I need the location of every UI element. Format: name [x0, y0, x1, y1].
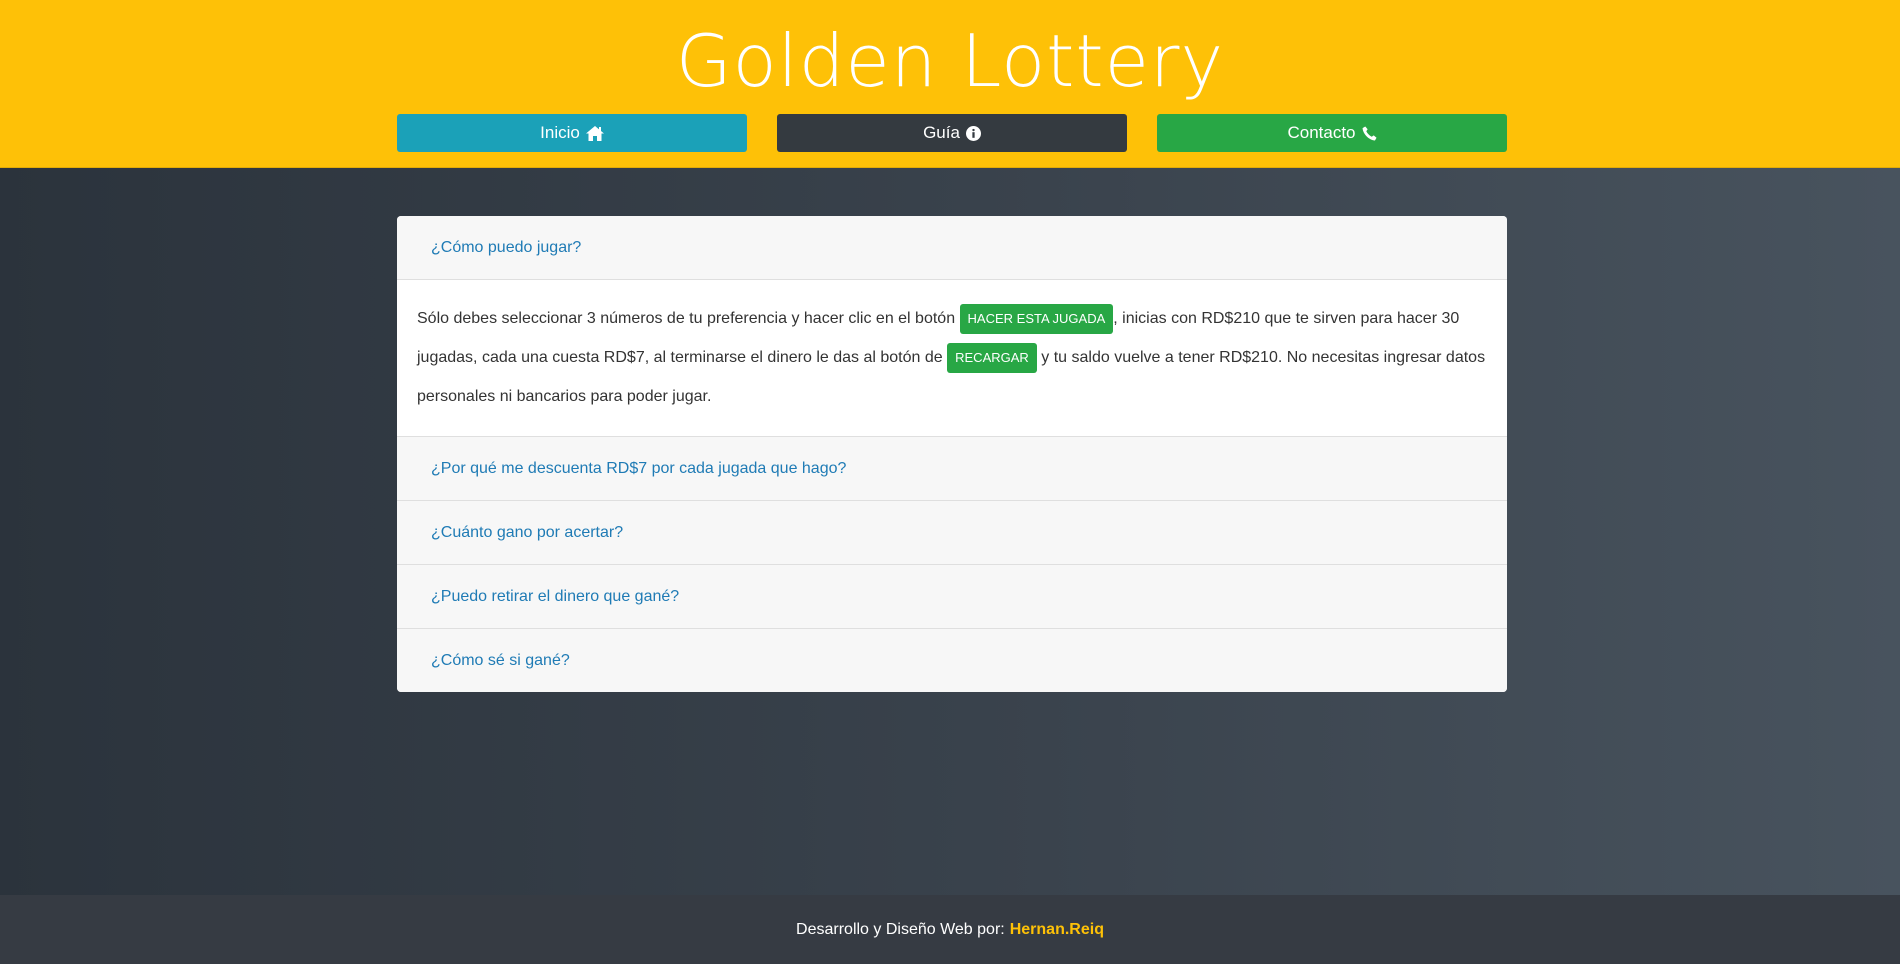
faq-answer-como-jugar: Sólo debes seleccionar 3 números de tu p…	[397, 279, 1507, 436]
info-circle-icon	[965, 125, 981, 141]
nav-contacto-button[interactable]: Contacto	[1157, 114, 1507, 152]
phone-icon	[1362, 125, 1377, 141]
nav-contacto-label: Contacto	[1287, 123, 1356, 142]
footer-text: Desarrollo y Diseño Web por:	[796, 920, 1005, 938]
nav-guia-label: Guía	[923, 123, 960, 142]
faq-question-link[interactable]: ¿Por qué me descuenta RD$7 por cada juga…	[431, 460, 846, 478]
faq-item-como-jugar: ¿Cómo puedo jugar? Sólo debes selecciona…	[397, 216, 1507, 437]
home-icon	[585, 125, 604, 141]
faq-item-descuento: ¿Por qué me descuenta RD$7 por cada juga…	[397, 437, 1507, 501]
hacer-esta-jugada-button[interactable]: HACER ESTA JUGADA	[959, 303, 1114, 334]
nav-inicio-button[interactable]: Inicio	[397, 114, 747, 152]
faq-header-cuanto-gano[interactable]: ¿Cuánto gano por acertar?	[397, 501, 1507, 564]
nav-inicio-label: Inicio	[540, 123, 580, 142]
site-title: Golden Lottery	[675, 19, 1225, 103]
faq-item-cuanto-gano: ¿Cuánto gano por acertar?	[397, 501, 1507, 565]
faq-header-retirar[interactable]: ¿Puedo retirar el dinero que gané?	[397, 565, 1507, 628]
site-header: Golden Lottery Inicio Guía Contacto	[0, 0, 1900, 168]
recargar-button[interactable]: RECARGAR	[947, 342, 1037, 373]
answer-text-1: Sólo debes seleccionar 3 números de tu p…	[417, 310, 956, 327]
faq-accordion: ¿Cómo puedo jugar? Sólo debes selecciona…	[397, 216, 1507, 692]
footer-author-link[interactable]: Hernan.Reiq	[1010, 921, 1104, 939]
main-nav: Inicio Guía Contacto	[397, 114, 1507, 152]
faq-item-retirar: ¿Puedo retirar el dinero que gané?	[397, 565, 1507, 629]
faq-item-como-se: ¿Cómo sé si gané?	[397, 629, 1507, 692]
site-footer: Desarrollo y Diseño Web por: Hernan.Reiq	[0, 895, 1900, 964]
nav-guia-button[interactable]: Guía	[777, 114, 1127, 152]
faq-header-descuento[interactable]: ¿Por qué me descuenta RD$7 por cada juga…	[397, 437, 1507, 500]
faq-header-como-se[interactable]: ¿Cómo sé si gané?	[397, 629, 1507, 692]
faq-question-link[interactable]: ¿Cuánto gano por acertar?	[431, 524, 623, 542]
faq-header-como-jugar[interactable]: ¿Cómo puedo jugar?	[397, 216, 1507, 279]
faq-question-link[interactable]: ¿Puedo retirar el dinero que gané?	[431, 588, 679, 606]
faq-question-link[interactable]: ¿Cómo puedo jugar?	[431, 239, 581, 257]
faq-question-link[interactable]: ¿Cómo sé si gané?	[431, 652, 570, 670]
